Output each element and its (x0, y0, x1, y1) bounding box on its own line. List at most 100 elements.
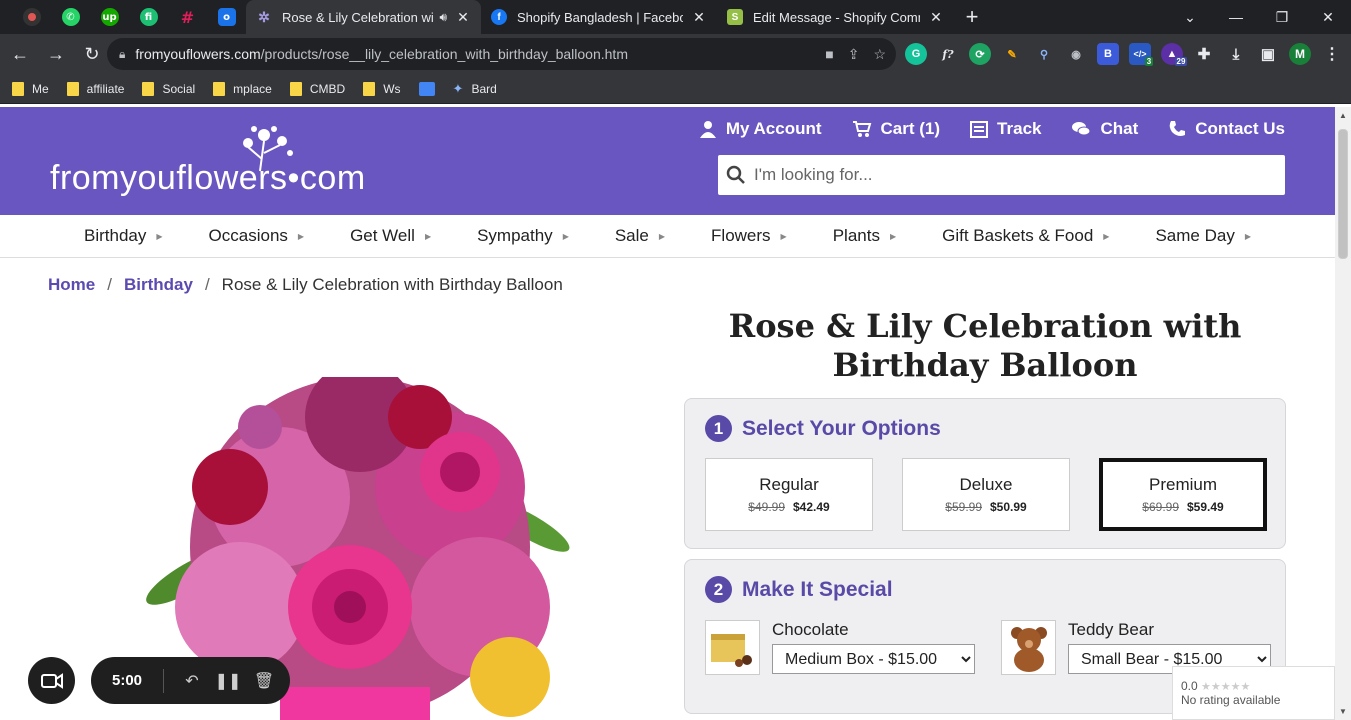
share-icon[interactable]: ⇪ (848, 46, 860, 63)
scroll-up-icon[interactable]: ▲ (1335, 111, 1351, 120)
dropper-icon[interactable]: ✎ (1001, 43, 1023, 65)
bookmark-bard[interactable]: ✦ Bard (453, 81, 497, 97)
close-tab-icon[interactable]: ✕ (928, 9, 944, 26)
extensions-bar: G f? ⟳ ✎ ⚲ ◉ B </> 3 ▲ 29 ✚ ⤓ ▣ M ⋮ (905, 34, 1343, 74)
lock-icon[interactable]: 🔒︎ (119, 47, 125, 62)
code-icon[interactable]: </> 3 (1129, 43, 1154, 66)
nav-gift-baskets[interactable]: Gift Baskets & Food ▶ (919, 226, 1132, 246)
scroll-down-icon[interactable]: ▼ (1335, 707, 1351, 716)
breadcrumb: Home / Birthday / Rose & Lily Celebratio… (48, 275, 563, 295)
download-icon[interactable]: ⤓ (1225, 43, 1247, 65)
minimize-icon[interactable]: — (1213, 9, 1259, 25)
option-deluxe[interactable]: Deluxe $59.99 $50.99 (902, 458, 1070, 531)
pinned-tab-upwork[interactable]: up (90, 0, 129, 34)
nav-flowers[interactable]: Flowers ▶ (688, 226, 810, 246)
bookmark-label: Social (162, 81, 196, 96)
grammarly-icon[interactable]: G (905, 43, 927, 65)
side-panel-icon[interactable]: ▣ (1257, 43, 1279, 65)
step-header: 2 Make It Special (705, 576, 893, 603)
speaker-icon[interactable]: 🔊︎ (439, 10, 447, 25)
formula-icon[interactable]: f? (937, 43, 959, 65)
nav-label: Get Well (350, 226, 415, 245)
profile-avatar[interactable]: M (1289, 43, 1311, 65)
breadcrumb-home[interactable]: Home (48, 275, 95, 295)
close-tab-icon[interactable]: ✕ (455, 9, 471, 26)
screenshot-icon[interactable]: ◉ (1065, 43, 1087, 65)
nav-birthday[interactable]: Birthday ▶ (61, 226, 186, 246)
teddy-thumbnail[interactable] (1001, 620, 1056, 675)
chocolate-box-icon (710, 633, 752, 667)
chocolate-thumbnail[interactable] (705, 620, 760, 675)
puzzle-icon[interactable]: ✚ (1193, 43, 1215, 65)
tab-shopify-community[interactable]: S Edit Message - Shopify Commun ✕ (717, 0, 954, 34)
bookmark-me[interactable]: Me (12, 81, 49, 96)
pinned-tab-slack[interactable]: # (168, 0, 207, 34)
chocolate-select[interactable]: Medium Box - $15.00 (772, 644, 975, 674)
track-link[interactable]: Track (970, 119, 1041, 139)
bookmark-affiliate[interactable]: affiliate (66, 81, 125, 96)
tab-search-icon[interactable]: ⌄ (1167, 9, 1213, 26)
bookmark-label: affiliate (86, 81, 125, 96)
scroll-thumb[interactable] (1338, 129, 1348, 259)
tab-facebook[interactable]: f Shopify Bangladesh | Facebook ✕ (481, 0, 717, 34)
back-icon[interactable]: ← (4, 38, 36, 70)
pinned-tab-fiverr[interactable]: fi (129, 0, 168, 34)
close-window-icon[interactable]: ✕ (1305, 9, 1351, 26)
new-tab-button[interactable]: + (954, 0, 990, 34)
magnifier-icon[interactable]: ⚲ (1033, 43, 1055, 65)
nav-occasions[interactable]: Occasions ▶ (186, 226, 328, 246)
option-regular[interactable]: Regular $49.99 $42.49 (705, 458, 873, 531)
pause-icon[interactable]: ❚❚ (210, 671, 246, 691)
extension-green-icon[interactable]: ⟳ (969, 43, 991, 65)
bookmark-translate[interactable] (418, 81, 435, 96)
camera-icon[interactable]: ■ (825, 46, 833, 62)
breadcrumb-birthday[interactable]: Birthday (124, 275, 193, 295)
address-bar[interactable]: 🔒︎ fromyouflowers.com/products/rose__lil… (107, 38, 896, 70)
tab-title: Rose & Lily Celebration with (282, 9, 434, 25)
star-icons: ★★★★★ (1201, 681, 1251, 693)
chat-link[interactable]: Chat (1071, 119, 1138, 139)
hat-icon[interactable]: ▲ 29 (1161, 43, 1188, 66)
search-input[interactable] (754, 165, 1285, 185)
contact-us-link[interactable]: Contact Us (1168, 119, 1285, 139)
nav-sale[interactable]: Sale ▶ (592, 226, 688, 246)
restore-icon[interactable]: ❐ (1259, 9, 1305, 26)
nav-get-well[interactable]: Get Well ▶ (327, 226, 454, 246)
pinned-tab-recorder[interactable] (12, 0, 51, 34)
search-icon[interactable] (726, 165, 746, 185)
addon-chocolate: Chocolate Medium Box - $15.00 (705, 620, 975, 675)
folder-icon (12, 81, 24, 96)
pinned-tab-whatsapp[interactable]: ✆ (51, 0, 90, 34)
tab-product-page[interactable]: ✲ Rose & Lily Celebration with 🔊︎ ✕ (246, 0, 481, 34)
page-scrollbar[interactable]: ▲ ▼ (1335, 107, 1351, 720)
reload-icon[interactable]: ↻ (76, 38, 108, 70)
trash-icon[interactable]: 🗑︎ (246, 671, 282, 691)
nav-plants[interactable]: Plants ▶ (810, 226, 919, 246)
close-tab-icon[interactable]: ✕ (691, 9, 707, 26)
cart-link[interactable]: Cart (1) (852, 119, 940, 139)
google-translate-icon (418, 81, 435, 96)
undo-icon[interactable]: ↶ (174, 671, 210, 691)
cart-icon (852, 121, 871, 137)
extension-blue-icon[interactable]: B (1097, 43, 1119, 65)
bookmark-social[interactable]: Social (142, 81, 196, 96)
rating-widget[interactable]: 0.0 ★★★★★ No rating available (1172, 666, 1335, 720)
nav-sympathy[interactable]: Sympathy ▶ (454, 226, 592, 246)
chevron-right-icon: ▶ (156, 231, 163, 241)
app-icon: o (217, 8, 236, 26)
bookmark-mplace[interactable]: mplace (213, 81, 272, 96)
option-premium[interactable]: Premium $69.99 $59.49 (1099, 458, 1267, 531)
nav-same-day[interactable]: Same Day ▶ (1132, 226, 1274, 246)
bookmark-cmbd[interactable]: CMBD (289, 81, 345, 96)
forward-icon[interactable]: → (40, 38, 72, 70)
nav-label: Occasions (208, 226, 288, 245)
bookmark-star-icon[interactable]: ☆ (873, 46, 886, 63)
bookmark-ws[interactable]: Ws (363, 81, 401, 96)
menu-kebab-icon[interactable]: ⋮ (1321, 43, 1343, 65)
addon-label: Teddy Bear (1068, 620, 1154, 639)
camera-toggle-button[interactable] (28, 657, 75, 704)
sale-price: $59.49 (1187, 500, 1224, 514)
pinned-tab-app[interactable]: o (207, 0, 246, 34)
site-header: fromyouflowers•com My Account Cart (1) T… (0, 107, 1335, 215)
my-account-link[interactable]: My Account (699, 119, 822, 139)
